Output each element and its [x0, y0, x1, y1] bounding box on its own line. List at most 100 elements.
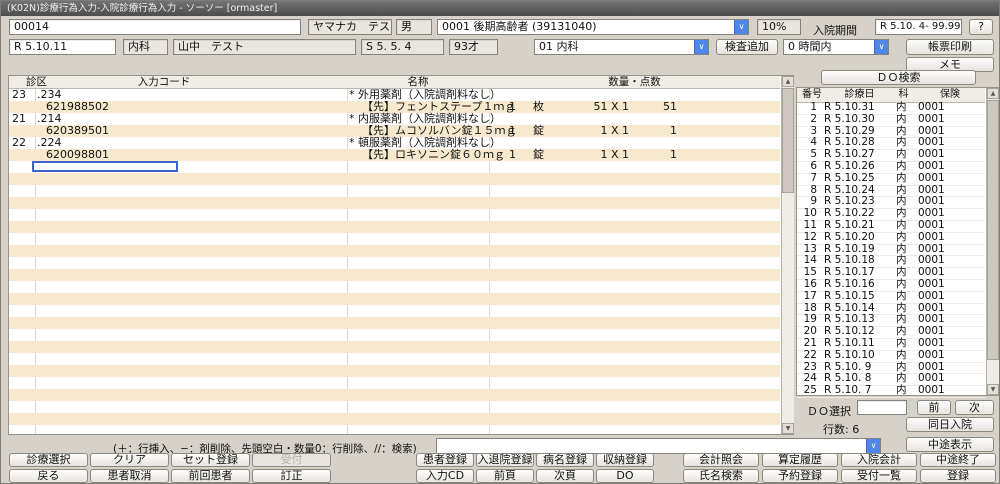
- cell-sinku: 22: [12, 137, 26, 149]
- help-button[interactable]: ?: [969, 19, 993, 35]
- do-prev-button[interactable]: 前: [917, 400, 951, 415]
- table-row[interactable]: [9, 365, 780, 377]
- insurance-dropdown-arrow-icon[interactable]: ∨: [734, 19, 749, 35]
- burden-rate-field: 10%: [757, 19, 801, 35]
- table-row[interactable]: [9, 413, 780, 425]
- table-row[interactable]: [9, 281, 780, 293]
- cell-times: 1 X 1: [549, 149, 629, 161]
- visit-date-field[interactable]: R 5.10.11: [9, 39, 116, 55]
- do-cell-insurance: 0001: [918, 114, 945, 126]
- table-row[interactable]: [9, 425, 780, 434]
- table-row[interactable]: [9, 161, 780, 173]
- cell-sinku: 23: [12, 89, 26, 101]
- table-row[interactable]: [9, 305, 780, 317]
- table-row[interactable]: [9, 329, 780, 341]
- select-treatment-button[interactable]: 診療選択: [9, 453, 88, 467]
- do-cell-dept: 内: [896, 291, 907, 303]
- input-cd-button[interactable]: 入力CD: [416, 469, 474, 483]
- table-row[interactable]: [9, 197, 780, 209]
- register-button[interactable]: 登録: [920, 469, 996, 483]
- table-row[interactable]: [9, 353, 780, 365]
- table-row[interactable]: [9, 173, 780, 185]
- do-cell-no: 2: [799, 114, 817, 126]
- do-button[interactable]: DO: [596, 469, 654, 483]
- table-row[interactable]: [9, 293, 780, 305]
- scroll-up-icon[interactable]: ▲: [782, 76, 794, 87]
- do-next-button[interactable]: 次: [955, 400, 994, 415]
- insurance-select[interactable]: 0001 後期高齢者 (39131040) ∨: [437, 19, 749, 35]
- scroll-thumb[interactable]: [987, 100, 999, 360]
- midway-end-button[interactable]: 中途終了: [920, 453, 996, 467]
- name-search-button[interactable]: 氏名検索: [683, 469, 759, 483]
- table-row[interactable]: [9, 317, 780, 329]
- entry-table: 診区 入力コード 名称 数量・点数 23.234* 外用薬剤（入院調剤料なし）6…: [8, 75, 794, 435]
- table-row[interactable]: [9, 245, 780, 257]
- disease-register-button[interactable]: 病名登録: [536, 453, 594, 467]
- do-list-scrollbar[interactable]: ▲ ▼: [986, 88, 999, 395]
- scroll-thumb[interactable]: [782, 88, 794, 193]
- reception-list-button[interactable]: 受付一覧: [841, 469, 917, 483]
- table-row[interactable]: [9, 401, 780, 413]
- admission-period-field[interactable]: R 5.10. 4- 99.99.99: [875, 19, 962, 35]
- header-name: 名称: [347, 76, 489, 88]
- payment-register-button[interactable]: 収納登録: [596, 453, 654, 467]
- do-cell-no: 25: [799, 385, 817, 397]
- back-button[interactable]: 戻る: [9, 469, 88, 483]
- table-row[interactable]: [9, 257, 780, 269]
- table-row[interactable]: [9, 269, 780, 281]
- entry-table-scrollbar[interactable]: ▲ ▼: [781, 76, 794, 434]
- prev-page-button[interactable]: 前頁: [476, 469, 534, 483]
- do-header-no: 番号: [797, 88, 827, 102]
- do-cell-insurance: 0001: [918, 291, 945, 303]
- table-row[interactable]: [9, 389, 780, 401]
- do-cell-date: R 5.10.25: [824, 173, 875, 185]
- table-row[interactable]: [9, 377, 780, 389]
- reservation-register-button[interactable]: 予約登録: [762, 469, 838, 483]
- do-header-insurance: 保険: [915, 88, 985, 102]
- do-list-row[interactable]: 25R 5.10. 7内0001: [797, 385, 985, 398]
- previous-patient-button[interactable]: 前回患者: [171, 469, 250, 483]
- table-row[interactable]: [9, 221, 780, 233]
- same-day-admission-button[interactable]: 同日入院: [906, 417, 994, 432]
- scroll-down-icon[interactable]: ▼: [987, 384, 999, 395]
- admission-register-button[interactable]: 入退院登録: [476, 453, 534, 467]
- patient-id-field[interactable]: 00014: [9, 19, 301, 35]
- inpatient-accounting-button[interactable]: 入院会計: [841, 453, 917, 467]
- do-cell-no: 17: [799, 291, 817, 303]
- table-row[interactable]: [9, 341, 780, 353]
- do-cell-no: 12: [799, 232, 817, 244]
- time-dropdown-arrow-icon[interactable]: ∨: [874, 39, 889, 55]
- time-select[interactable]: 0 時間内 ∨: [783, 39, 889, 55]
- exam-add-button[interactable]: 検査追加: [716, 39, 778, 55]
- app-window: (K02N)診療行為入力-入院診療行為入力 - ソーソー [ormaster] …: [0, 0, 1000, 484]
- table-row[interactable]: [9, 209, 780, 221]
- next-page-button[interactable]: 次頁: [536, 469, 594, 483]
- cancel-patient-button[interactable]: 患者取消: [90, 469, 169, 483]
- scroll-up-icon[interactable]: ▲: [987, 88, 999, 99]
- print-button[interactable]: 帳票印刷: [906, 39, 994, 55]
- do-search-button[interactable]: ＤＯ検索: [821, 70, 976, 85]
- account-inquiry-button[interactable]: 会計照会: [683, 453, 759, 467]
- kanji-name-field: 山中 テスト: [173, 39, 356, 55]
- table-row[interactable]: [9, 185, 780, 197]
- department-dropdown-arrow-icon[interactable]: ∨: [694, 39, 709, 55]
- clear-button[interactable]: クリア: [90, 453, 169, 467]
- set-register-button[interactable]: セット登録: [171, 453, 250, 467]
- patient-register-button[interactable]: 患者登録: [416, 453, 474, 467]
- do-cell-dept: 内: [896, 114, 907, 126]
- correction-button[interactable]: 訂正: [252, 469, 331, 483]
- entry-code-input[interactable]: [32, 161, 178, 172]
- table-row[interactable]: [9, 233, 780, 245]
- department-select[interactable]: 01 内科 ∨: [534, 39, 709, 55]
- table-row[interactable]: 620098801【先】ロキソニン錠６０ｍｇ1錠1 X 11: [9, 149, 780, 161]
- quick-entry-select[interactable]: ∨: [436, 438, 881, 454]
- kana-name-field: ヤマナカ テスト: [308, 19, 392, 35]
- calc-history-button[interactable]: 算定履歴: [762, 453, 838, 467]
- scroll-down-icon[interactable]: ▼: [782, 423, 794, 434]
- quick-entry-dropdown-arrow-icon[interactable]: ∨: [866, 438, 881, 454]
- row-count-label: 行数: 6: [823, 421, 859, 437]
- header-sinku: 診区: [9, 76, 64, 88]
- cell-total: 1: [639, 149, 677, 161]
- do-select-input[interactable]: [857, 400, 907, 415]
- midway-display-button[interactable]: 中途表示: [906, 437, 994, 452]
